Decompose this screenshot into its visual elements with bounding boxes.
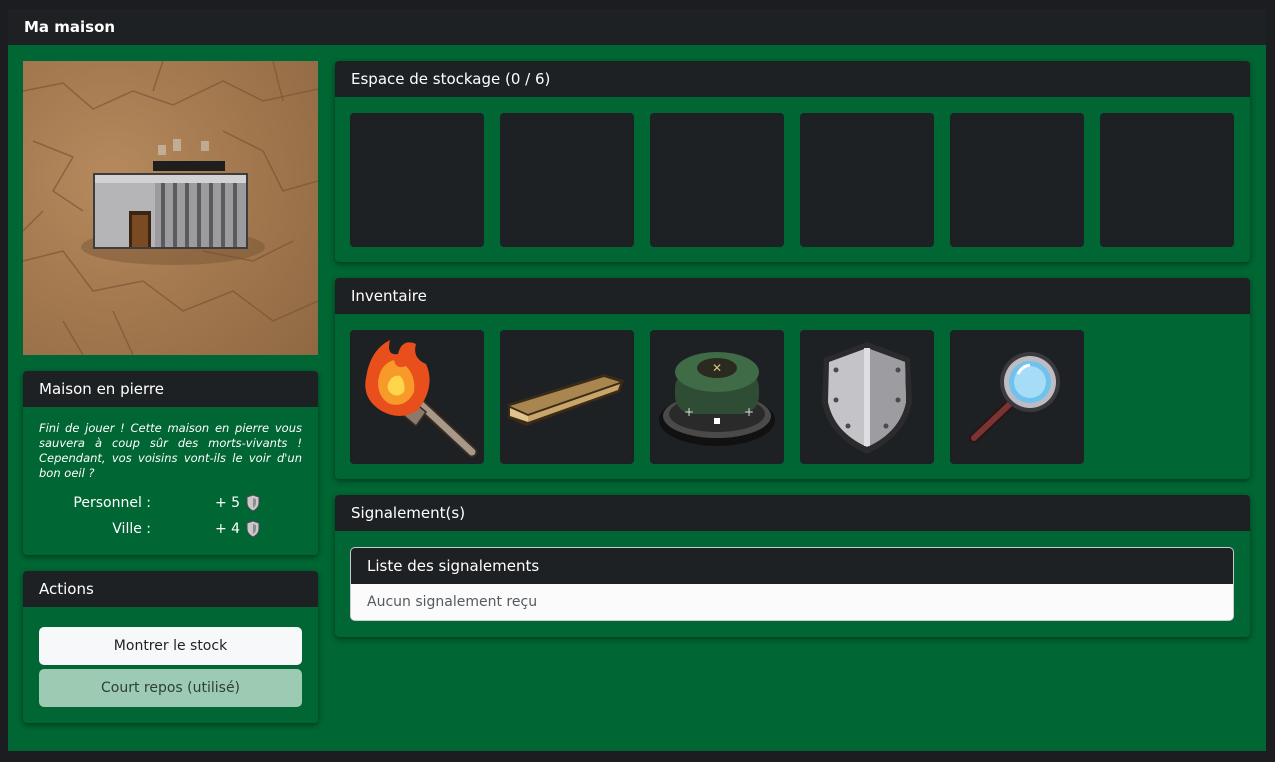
storage-card: Espace de stockage (0 / 6) xyxy=(335,61,1250,262)
reports-list: Liste des signalements Aucun signalement… xyxy=(350,547,1234,621)
reports-list-title: Liste des signalements xyxy=(351,548,1233,584)
svg-text:+: + xyxy=(744,405,754,419)
left-column: Maison en pierre Fini de jouer ! Cette m… xyxy=(23,61,318,723)
inventory-slot-shield[interactable] xyxy=(800,330,934,464)
stat-value: + 5 xyxy=(215,495,241,511)
stat-value: + 4 xyxy=(215,521,241,537)
torch-icon xyxy=(365,340,478,458)
shield-icon xyxy=(246,520,260,538)
landmine-icon: ✕ + + xyxy=(659,352,775,446)
reports-card: Signalement(s) Liste des signalements Au… xyxy=(335,495,1250,637)
storage-slot[interactable] xyxy=(800,113,934,247)
window-title: Ma maison xyxy=(8,9,1266,45)
stat-label: Personnel : xyxy=(73,495,151,511)
short-rest-button: Court repos (utilisé) xyxy=(39,669,302,707)
house-name: Maison en pierre xyxy=(23,371,318,407)
inventory-slot-magnifier[interactable] xyxy=(950,330,1084,464)
inventory-slot-torch[interactable] xyxy=(350,330,484,464)
storage-title: Espace de stockage (0 / 6) xyxy=(335,61,1250,97)
storage-slots xyxy=(335,97,1250,262)
house-description: Fini de jouer ! Cette maison en pierre v… xyxy=(39,421,302,480)
stat-town: Ville : + 4 xyxy=(39,519,302,539)
storage-slot[interactable] xyxy=(1100,113,1234,247)
reports-title: Signalement(s) xyxy=(335,495,1250,531)
reports-empty-message: Aucun signalement reçu xyxy=(351,584,1233,620)
inventory-title: Inventaire xyxy=(335,278,1250,314)
storage-slot[interactable] xyxy=(650,113,784,247)
inventory-slot-plank[interactable] xyxy=(500,330,634,464)
metal-shield-icon xyxy=(822,342,912,454)
house-info-card: Maison en pierre Fini de jouer ! Cette m… xyxy=(23,371,318,555)
actions-title: Actions xyxy=(23,571,318,607)
shield-icon xyxy=(246,494,260,512)
house-image xyxy=(23,61,318,355)
storage-slot[interactable] xyxy=(500,113,634,247)
inventory-card: Inventaire ✕ + + xyxy=(335,278,1250,479)
stone-house-icon xyxy=(23,61,318,355)
storage-slot[interactable] xyxy=(950,113,1084,247)
inventory-slots: ✕ + + xyxy=(335,314,1250,479)
magnifying-glass-icon xyxy=(969,352,1060,443)
storage-slot[interactable] xyxy=(350,113,484,247)
stat-label: Ville : xyxy=(112,521,151,537)
svg-text:+: + xyxy=(684,405,694,419)
house-window: Ma maison Maison en pierre Fini de jouer… xyxy=(8,9,1266,751)
show-stock-button[interactable]: Montrer le stock xyxy=(39,627,302,665)
wooden-plank-icon xyxy=(508,374,624,426)
actions-card: Actions Montrer le stock Court repos (ut… xyxy=(23,571,318,723)
stat-personal: Personnel : + 5 xyxy=(39,493,302,513)
svg-text:✕: ✕ xyxy=(712,361,722,375)
right-column: Espace de stockage (0 / 6) Inventaire ✕ … xyxy=(335,61,1250,637)
inventory-slot-mine[interactable]: ✕ + + xyxy=(650,330,784,464)
